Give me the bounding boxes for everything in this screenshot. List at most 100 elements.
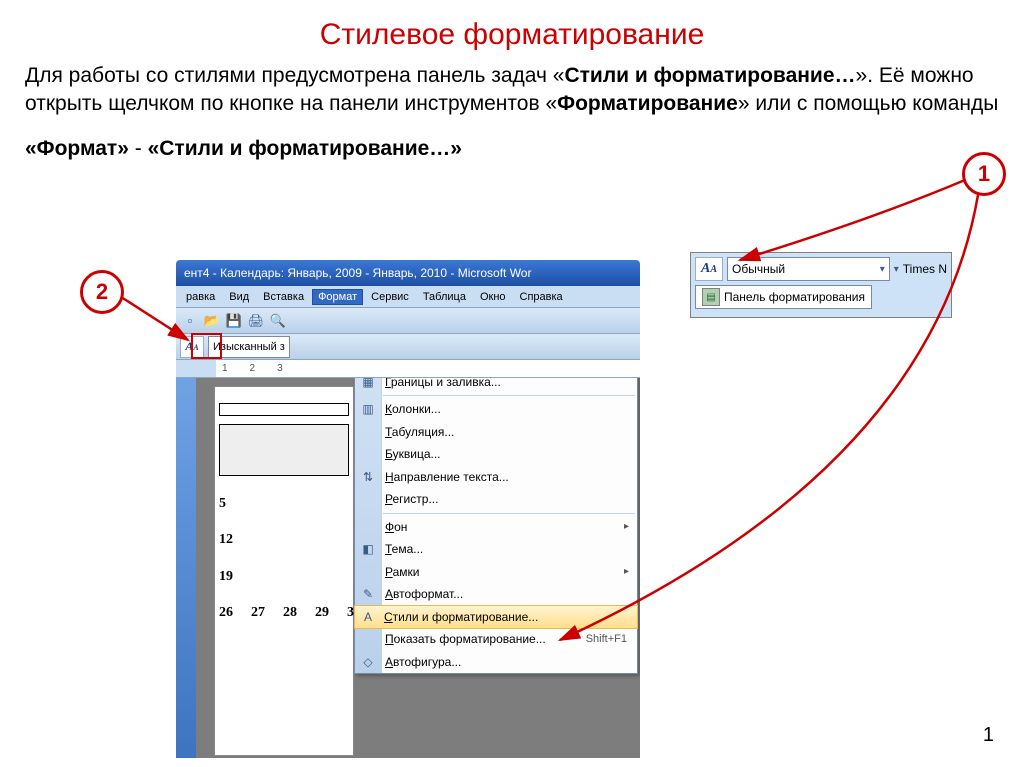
menu-item-icon	[359, 631, 377, 647]
ruler-ticks: 123	[222, 363, 305, 374]
menu-item[interactable]: Показать форматирование...Shift+F1	[355, 628, 637, 651]
menu-таблица[interactable]: Таблица	[417, 289, 472, 305]
menu-item[interactable]: ◧ Тема...	[355, 538, 637, 561]
menu-item[interactable]: A Стили и форматирование...	[354, 605, 638, 630]
styles-formatting-button[interactable]: AA	[695, 257, 723, 281]
menu-равка[interactable]: равка	[180, 289, 221, 305]
menu-item-icon: ⇅	[359, 469, 377, 485]
menu-item[interactable]: ⇅ Направление текста...	[355, 466, 637, 489]
style-combo-value: Обычный	[732, 262, 785, 276]
document-area: 5 12 19 2627282930 AШрифт...¶Абзац...≡Сп…	[176, 378, 640, 758]
menu-separator	[383, 395, 635, 396]
menu-item-icon: ◇	[359, 654, 377, 670]
callout-2: 2	[80, 270, 124, 314]
menu-сервис[interactable]: Сервис	[365, 289, 415, 305]
menu-item[interactable]: Регистр...	[355, 488, 637, 511]
menu-item[interactable]: Табуляция...	[355, 421, 637, 444]
menu-item-icon: ▥	[359, 401, 377, 417]
menu-bar: равкаВидВставкаФорматСервисТаблицаОкноСп…	[176, 286, 640, 308]
open-icon[interactable]: 📂	[202, 311, 222, 331]
text: » или с помощью команды	[738, 92, 999, 115]
image-placeholder	[219, 424, 349, 476]
bold: «Формат»	[25, 137, 129, 160]
menu-item-label: Фон	[385, 520, 407, 534]
menu-item-label: Показать форматирование...	[385, 632, 546, 646]
menu-вид[interactable]: Вид	[223, 289, 255, 305]
aa-icon: AA	[701, 261, 717, 277]
panel-icon: ▤	[702, 288, 720, 306]
menu-item-icon	[359, 564, 377, 580]
bold: Форматирование	[557, 92, 738, 115]
menu-вставка[interactable]: Вставка	[257, 289, 310, 305]
menu-формат[interactable]: Формат	[312, 289, 363, 305]
panel-label: Панель форматирования	[724, 290, 865, 304]
menu-item[interactable]: ✎Автоформат...	[355, 583, 637, 606]
aa-icon: AA	[185, 339, 198, 354]
menu-item-icon	[359, 424, 377, 440]
text: -	[129, 137, 148, 160]
chevron-down-icon: ▾	[894, 264, 899, 275]
cal-cell: 5	[219, 486, 226, 522]
cal-cell: 19	[219, 559, 233, 595]
menu-separator	[383, 513, 635, 514]
menu-item-label: Буквица...	[385, 447, 441, 461]
window-titlebar: ент4 - Календарь: Январь, 2009 - Январь,…	[176, 260, 640, 286]
cal-cell: 29	[315, 595, 329, 631]
cal-cell: 26	[219, 595, 233, 631]
preview-icon[interactable]: 🔍	[268, 311, 288, 331]
menu-справка[interactable]: Справка	[514, 289, 569, 305]
cal-cell: 27	[251, 595, 265, 631]
style-combo-2[interactable]: Изысканный з	[208, 336, 290, 358]
chevron-down-icon: ▾	[880, 264, 885, 275]
save-icon[interactable]: 💾	[224, 311, 244, 331]
vertical-ruler	[176, 378, 196, 758]
menu-item[interactable]: ◇ Автофигура...	[355, 651, 637, 674]
menu-item-label: Рамки	[385, 565, 420, 579]
font-label: Times N	[903, 262, 947, 276]
print-icon[interactable]: 🖨	[246, 311, 266, 331]
menu-item-icon: ◧	[359, 541, 377, 557]
slide-title: Стилевое форматирование	[0, 0, 1024, 52]
callout-1: 1	[962, 152, 1006, 196]
style-combo[interactable]: Обычный ▾	[727, 257, 890, 281]
cal-cell: 28	[283, 595, 297, 631]
menu-item-label: Тема...	[385, 542, 423, 556]
window-title: ент4 - Календарь: Январь, 2009 - Январь,…	[184, 266, 531, 280]
menu-item-icon: A	[359, 609, 377, 625]
calendar-grid: 5 12 19 2627282930	[219, 486, 349, 632]
menu-item-icon	[359, 519, 377, 535]
menu-item-label: Направление текста...	[385, 470, 509, 484]
formatting-toolbar: AA Изысканный з	[176, 334, 640, 360]
formatting-toolbar-inset: AA Обычный ▾ ▾ Times N ▤ Панель форматир…	[690, 252, 952, 318]
format-menu-dropdown: AШрифт...¶Абзац...≡Список...▦Границы и з…	[354, 378, 638, 674]
menu-item[interactable]: Рамки	[355, 561, 637, 584]
menu-item-icon	[359, 446, 377, 462]
menu-item-icon: ▦	[359, 378, 377, 390]
page-number: 1	[983, 724, 994, 747]
menu-item-label: Табуляция...	[385, 425, 454, 439]
formatting-panel-button[interactable]: ▤ Панель форматирования	[695, 285, 872, 309]
menu-item-icon	[359, 491, 377, 507]
bold: Стили и форматирование…	[564, 64, 855, 87]
styles-button-2[interactable]: AA	[180, 336, 204, 358]
word-window-screenshot: ент4 - Календарь: Январь, 2009 - Январь,…	[176, 260, 640, 758]
menu-item[interactable]: ▥ Колонки...	[355, 398, 637, 421]
document-page: 5 12 19 2627282930	[214, 386, 354, 756]
bold: «Стили и форматирование…»	[148, 137, 462, 160]
menu-item-label: Регистр...	[385, 492, 438, 506]
menu-окно[interactable]: Окно	[474, 289, 512, 305]
menu-item-label: Автоформат...	[385, 587, 463, 601]
body-paragraph-2: «Формат» - «Стили и форматирование…»	[0, 119, 1024, 163]
menu-item[interactable]: ▦Границы и заливка...	[355, 378, 637, 393]
combo-value: Изысканный з	[213, 341, 285, 353]
body-paragraph-1: Для работы со стилями предусмотрена пане…	[0, 52, 1024, 119]
menu-item[interactable]: Фон	[355, 516, 637, 539]
menu-item-label: Колонки...	[385, 402, 441, 416]
ruler: 123	[176, 360, 640, 378]
menu-item[interactable]: Буквица...	[355, 443, 637, 466]
calendar-title-box	[219, 403, 349, 416]
menu-item-label: Автофигура...	[385, 655, 461, 669]
menu-item-label: Стили и форматирование...	[384, 610, 538, 624]
new-icon[interactable]: ▫	[180, 311, 200, 331]
text: Для работы со стилями предусмотрена пане…	[25, 64, 564, 87]
